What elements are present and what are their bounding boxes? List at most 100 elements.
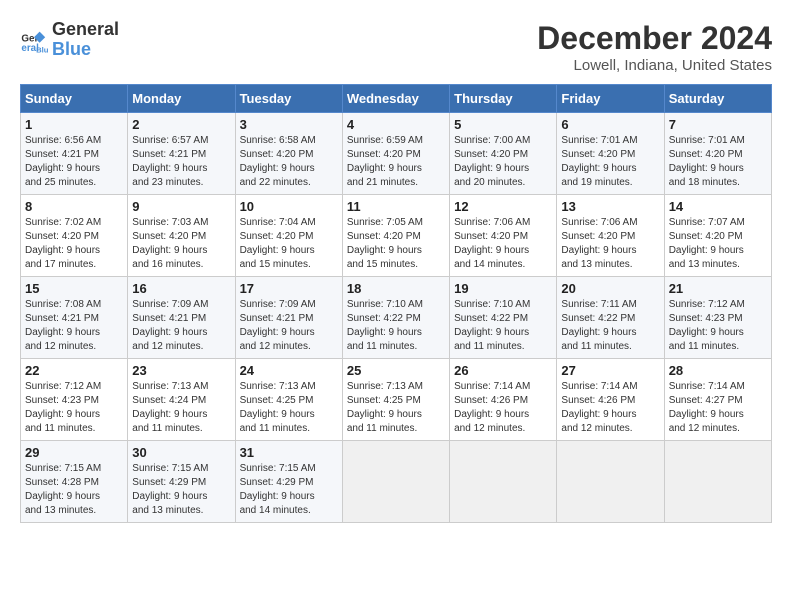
page-subtitle: Lowell, Indiana, United States: [537, 57, 772, 74]
calendar-day-cell: [450, 441, 557, 523]
calendar-week-row: 29 Sunrise: 7:15 AM Sunset: 4:28 PM Dayli…: [21, 441, 772, 523]
day-number: 4: [347, 117, 445, 132]
calendar-day-cell: 11 Sunrise: 7:05 AM Sunset: 4:20 PM Dayli…: [342, 195, 449, 277]
day-info: Sunrise: 7:15 AM Sunset: 4:29 PM Dayligh…: [240, 462, 338, 518]
calendar-day-cell: 15 Sunrise: 7:08 AM Sunset: 4:21 PM Dayli…: [21, 277, 128, 359]
day-info: Sunrise: 7:15 AM Sunset: 4:29 PM Dayligh…: [132, 462, 230, 518]
day-number: 18: [347, 281, 445, 296]
day-info: Sunrise: 7:13 AM Sunset: 4:25 PM Dayligh…: [347, 380, 445, 436]
day-number: 25: [347, 363, 445, 378]
calendar-day-cell: 27Sunrise: 7:14 AM Sunset: 4:26 PM Dayli…: [557, 359, 664, 441]
calendar-day-cell: 26 Sunrise: 7:14 AM Sunset: 4:26 PM Dayli…: [450, 359, 557, 441]
calendar-day-cell: 21Sunrise: 7:12 AM Sunset: 4:23 PM Dayli…: [664, 277, 771, 359]
calendar-day-cell: [664, 441, 771, 523]
calendar-day-cell: 1 Sunrise: 6:56 AM Sunset: 4:21 PM Daylig…: [21, 113, 128, 195]
calendar-day-cell: 24 Sunrise: 7:13 AM Sunset: 4:25 PM Dayli…: [235, 359, 342, 441]
calendar-day-cell: 14Sunrise: 7:07 AM Sunset: 4:20 PM Dayli…: [664, 195, 771, 277]
day-number: 29: [25, 445, 123, 460]
calendar-header-saturday: Saturday: [664, 85, 771, 113]
calendar-header-friday: Friday: [557, 85, 664, 113]
day-number: 11: [347, 199, 445, 214]
day-info: Sunrise: 7:01 AM Sunset: 4:20 PM Dayligh…: [561, 134, 659, 190]
day-info: Sunrise: 6:57 AM Sunset: 4:21 PM Dayligh…: [132, 134, 230, 190]
calendar-day-cell: 16 Sunrise: 7:09 AM Sunset: 4:21 PM Dayli…: [128, 277, 235, 359]
day-number: 12: [454, 199, 552, 214]
calendar-header-row: SundayMondayTuesdayWednesdayThursdayFrid…: [21, 85, 772, 113]
calendar-header-wednesday: Wednesday: [342, 85, 449, 113]
day-number: 8: [25, 199, 123, 214]
day-info: Sunrise: 6:58 AM Sunset: 4:20 PM Dayligh…: [240, 134, 338, 190]
day-info: Sunrise: 7:11 AM Sunset: 4:22 PM Dayligh…: [561, 298, 659, 354]
calendar-day-cell: 31 Sunrise: 7:15 AM Sunset: 4:29 PM Dayli…: [235, 441, 342, 523]
day-info: Sunrise: 7:14 AM Sunset: 4:27 PM Dayligh…: [669, 380, 767, 436]
day-info: Sunrise: 6:59 AM Sunset: 4:20 PM Dayligh…: [347, 134, 445, 190]
calendar-day-cell: 29 Sunrise: 7:15 AM Sunset: 4:28 PM Dayli…: [21, 441, 128, 523]
calendar-day-cell: 12 Sunrise: 7:06 AM Sunset: 4:20 PM Dayli…: [450, 195, 557, 277]
day-number: 7: [669, 117, 767, 132]
day-number: 19: [454, 281, 552, 296]
calendar-day-cell: 3 Sunrise: 6:58 AM Sunset: 4:20 PM Daylig…: [235, 113, 342, 195]
calendar-header-thursday: Thursday: [450, 85, 557, 113]
calendar-header-monday: Monday: [128, 85, 235, 113]
day-number: 6: [561, 117, 659, 132]
day-number: 5: [454, 117, 552, 132]
logo: Gen eral Blue General Blue: [20, 20, 119, 60]
calendar-header-sunday: Sunday: [21, 85, 128, 113]
day-number: 15: [25, 281, 123, 296]
day-info: Sunrise: 7:01 AM Sunset: 4:20 PM Dayligh…: [669, 134, 767, 190]
calendar-day-cell: 5 Sunrise: 7:00 AM Sunset: 4:20 PM Daylig…: [450, 113, 557, 195]
day-number: 13: [561, 199, 659, 214]
day-info: Sunrise: 7:04 AM Sunset: 4:20 PM Dayligh…: [240, 216, 338, 272]
title-block: December 2024 Lowell, Indiana, United St…: [537, 20, 772, 74]
calendar-day-cell: 25 Sunrise: 7:13 AM Sunset: 4:25 PM Dayli…: [342, 359, 449, 441]
day-number: 3: [240, 117, 338, 132]
day-number: 24: [240, 363, 338, 378]
day-number: 20: [561, 281, 659, 296]
calendar-day-cell: 18 Sunrise: 7:10 AM Sunset: 4:22 PM Dayli…: [342, 277, 449, 359]
calendar-day-cell: 19 Sunrise: 7:10 AM Sunset: 4:22 PM Dayli…: [450, 277, 557, 359]
calendar-day-cell: 2Sunrise: 6:57 AM Sunset: 4:21 PM Daylig…: [128, 113, 235, 195]
calendar-day-cell: 6 Sunrise: 7:01 AM Sunset: 4:20 PM Daylig…: [557, 113, 664, 195]
day-number: 23: [132, 363, 230, 378]
day-info: Sunrise: 7:13 AM Sunset: 4:25 PM Dayligh…: [240, 380, 338, 436]
logo-text: General Blue: [52, 20, 119, 60]
calendar-day-cell: [557, 441, 664, 523]
day-number: 28: [669, 363, 767, 378]
page-title: December 2024: [537, 20, 772, 57]
calendar-week-row: 8Sunrise: 7:02 AM Sunset: 4:20 PM Daylig…: [21, 195, 772, 277]
calendar-day-cell: 20 Sunrise: 7:11 AM Sunset: 4:22 PM Dayli…: [557, 277, 664, 359]
day-number: 10: [240, 199, 338, 214]
day-info: Sunrise: 6:56 AM Sunset: 4:21 PM Dayligh…: [25, 134, 123, 190]
calendar-day-cell: 4 Sunrise: 6:59 AM Sunset: 4:20 PM Daylig…: [342, 113, 449, 195]
calendar-day-cell: 17Sunrise: 7:09 AM Sunset: 4:21 PM Dayli…: [235, 277, 342, 359]
calendar-week-row: 1 Sunrise: 6:56 AM Sunset: 4:21 PM Daylig…: [21, 113, 772, 195]
day-info: Sunrise: 7:06 AM Sunset: 4:20 PM Dayligh…: [454, 216, 552, 272]
day-number: 30: [132, 445, 230, 460]
calendar-day-cell: 22 Sunrise: 7:12 AM Sunset: 4:23 PM Dayli…: [21, 359, 128, 441]
day-number: 31: [240, 445, 338, 460]
day-info: Sunrise: 7:09 AM Sunset: 4:21 PM Dayligh…: [132, 298, 230, 354]
day-info: Sunrise: 7:14 AM Sunset: 4:26 PM Dayligh…: [454, 380, 552, 436]
day-info: Sunrise: 7:00 AM Sunset: 4:20 PM Dayligh…: [454, 134, 552, 190]
day-info: Sunrise: 7:12 AM Sunset: 4:23 PM Dayligh…: [25, 380, 123, 436]
day-info: Sunrise: 7:15 AM Sunset: 4:28 PM Dayligh…: [25, 462, 123, 518]
day-number: 16: [132, 281, 230, 296]
day-info: Sunrise: 7:06 AM Sunset: 4:20 PM Dayligh…: [561, 216, 659, 272]
page-header: Gen eral Blue General Blue December 2024…: [20, 20, 772, 74]
day-number: 22: [25, 363, 123, 378]
calendar-day-cell: 8Sunrise: 7:02 AM Sunset: 4:20 PM Daylig…: [21, 195, 128, 277]
day-number: 9: [132, 199, 230, 214]
day-info: Sunrise: 7:10 AM Sunset: 4:22 PM Dayligh…: [347, 298, 445, 354]
calendar-day-cell: 10 Sunrise: 7:04 AM Sunset: 4:20 PM Dayli…: [235, 195, 342, 277]
svg-text:Blue: Blue: [36, 45, 48, 53]
day-number: 27: [561, 363, 659, 378]
day-info: Sunrise: 7:05 AM Sunset: 4:20 PM Dayligh…: [347, 216, 445, 272]
day-number: 17: [240, 281, 338, 296]
day-info: Sunrise: 7:10 AM Sunset: 4:22 PM Dayligh…: [454, 298, 552, 354]
day-number: 26: [454, 363, 552, 378]
day-number: 14: [669, 199, 767, 214]
calendar-day-cell: 7 Sunrise: 7:01 AM Sunset: 4:20 PM Daylig…: [664, 113, 771, 195]
day-info: Sunrise: 7:08 AM Sunset: 4:21 PM Dayligh…: [25, 298, 123, 354]
calendar-week-row: 15 Sunrise: 7:08 AM Sunset: 4:21 PM Dayli…: [21, 277, 772, 359]
day-number: 1: [25, 117, 123, 132]
